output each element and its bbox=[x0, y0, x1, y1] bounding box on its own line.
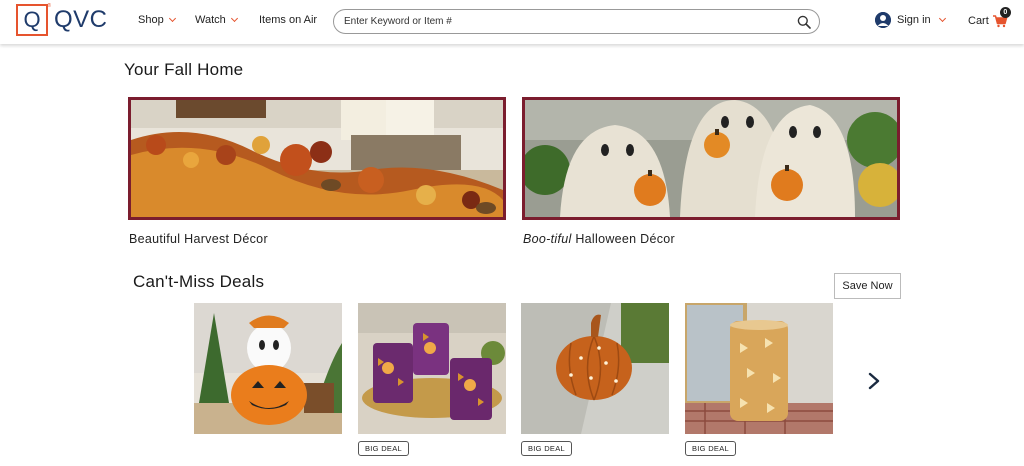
nav-watch-label: Watch bbox=[195, 14, 226, 26]
halloween-caption-italic: Boo-tiful bbox=[523, 232, 572, 246]
search-bar bbox=[333, 9, 820, 34]
leaf-lantern-image bbox=[685, 303, 833, 434]
cart-count-badge: 0 bbox=[999, 7, 1011, 18]
cart-icon: 0 bbox=[992, 7, 1011, 28]
cart-label: Cart bbox=[968, 15, 989, 27]
halloween-decor-image bbox=[525, 100, 897, 217]
harvest-decor-image bbox=[131, 100, 503, 217]
deal-item-leaf-lantern[interactable] bbox=[685, 303, 833, 434]
cart-button[interactable]: Cart 0 bbox=[968, 7, 1011, 28]
nav-watch[interactable]: Watch bbox=[195, 14, 238, 26]
halloween-decor-tile[interactable] bbox=[522, 97, 900, 220]
logo-letter: Q bbox=[23, 7, 41, 32]
nav-shop[interactable]: Shop bbox=[138, 14, 176, 26]
chevron-down-icon bbox=[230, 14, 238, 23]
chevron-down-icon bbox=[938, 14, 946, 23]
search-input[interactable] bbox=[344, 16, 764, 27]
halloween-caption-rest: Halloween Décor bbox=[571, 232, 676, 246]
site-header: Q ® QVC Shop Watch Items on Air Sign in bbox=[0, 0, 1024, 44]
user-avatar-icon bbox=[875, 12, 891, 28]
search-icon[interactable] bbox=[797, 15, 811, 29]
big-deal-badge: BIG DEAL bbox=[358, 441, 409, 456]
nav-items-on-air-label: Items on Air bbox=[259, 14, 318, 26]
orange-pumpkin-image bbox=[521, 303, 669, 434]
harvest-decor-caption[interactable]: Beautiful Harvest Décor bbox=[129, 232, 268, 246]
deals-heading: Can't-Miss Deals bbox=[130, 272, 268, 292]
big-deal-badge: BIG DEAL bbox=[685, 441, 736, 456]
chevron-right-icon[interactable] bbox=[866, 372, 882, 390]
halloween-decor-caption[interactable]: Boo-tiful Halloween Décor bbox=[523, 232, 675, 246]
chevron-down-icon bbox=[168, 14, 176, 23]
harvest-decor-caption-text: Beautiful Harvest Décor bbox=[129, 232, 268, 246]
nav-items-on-air[interactable]: Items on Air bbox=[259, 14, 317, 26]
purple-candles-image bbox=[358, 303, 506, 434]
logo-text: QVC bbox=[54, 6, 108, 33]
deal-item-purple-candles[interactable] bbox=[358, 303, 506, 434]
fall-home-heading: Your Fall Home bbox=[121, 60, 247, 80]
fall-home-heading-text: Your Fall Home bbox=[124, 60, 244, 79]
harvest-decor-tile[interactable] bbox=[128, 97, 506, 220]
sign-in-label: Sign in bbox=[897, 14, 931, 26]
deals-heading-text: Can't-Miss Deals bbox=[133, 272, 265, 291]
trademark-mark: ® bbox=[47, 3, 51, 9]
ghost-pumpkin-image bbox=[194, 303, 342, 434]
sign-in-button[interactable]: Sign in bbox=[875, 12, 946, 28]
logo-mark: Q ® bbox=[16, 3, 51, 36]
deal-item-ghost-pumpkin[interactable] bbox=[194, 303, 342, 434]
save-now-button[interactable]: Save Now bbox=[834, 273, 901, 299]
nav-shop-label: Shop bbox=[138, 14, 164, 26]
deal-item-orange-pumpkin[interactable] bbox=[521, 303, 669, 434]
big-deal-badge: BIG DEAL bbox=[521, 441, 572, 456]
qvc-logo[interactable]: Q ® QVC bbox=[16, 3, 108, 36]
